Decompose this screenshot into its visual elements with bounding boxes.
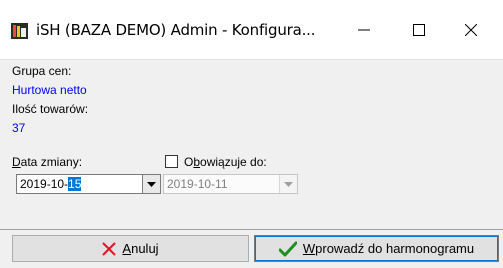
- close-button[interactable]: [448, 8, 494, 52]
- change-date-dropdown-button[interactable]: [142, 175, 160, 193]
- valid-until-dropdown-button: [279, 175, 297, 193]
- valid-until-picker: 2019-10-11: [163, 174, 298, 194]
- chevron-down-icon: [284, 181, 293, 187]
- add-to-schedule-button[interactable]: Wprowadź do harmonogramu: [254, 235, 499, 262]
- change-date-picker[interactable]: 2019-10-15: [16, 174, 161, 194]
- add-to-schedule-button-label: Wprowadź do harmonogramu: [302, 241, 475, 256]
- price-group-label: Grupa cen:: [12, 64, 72, 78]
- title-bar[interactable]: iSH (BAZA DEMO) Admin - Konfigura...: [0, 0, 503, 60]
- chevron-down-icon: [147, 181, 156, 187]
- app-icon: [11, 23, 28, 39]
- window-title: iSH (BAZA DEMO) Admin - Konfigura...: [36, 21, 316, 39]
- maximize-button[interactable]: [396, 8, 442, 52]
- close-icon: [465, 24, 477, 36]
- footer-divider: [0, 229, 503, 230]
- cancel-x-icon: [102, 241, 117, 256]
- cancel-button-label: Anuluj: [122, 241, 159, 256]
- maximize-icon: [413, 24, 425, 36]
- change-date-value[interactable]: 2019-10-15: [20, 177, 82, 192]
- price-group-value: Hurtowa netto: [12, 83, 87, 97]
- product-count-label: Ilość towarów:: [12, 102, 89, 116]
- checkmark-icon: [278, 241, 297, 257]
- change-date-label: Data zmiany:: [12, 155, 83, 169]
- minimize-button[interactable]: [341, 8, 387, 52]
- cancel-button[interactable]: Anuluj: [12, 235, 249, 262]
- product-count-value: 37: [12, 121, 26, 135]
- valid-until-checkbox[interactable]: [165, 155, 178, 168]
- minimize-icon: [358, 29, 370, 31]
- valid-until-value: 2019-10-11: [167, 177, 228, 191]
- valid-until-label[interactable]: Obowiązuje do:: [184, 154, 267, 170]
